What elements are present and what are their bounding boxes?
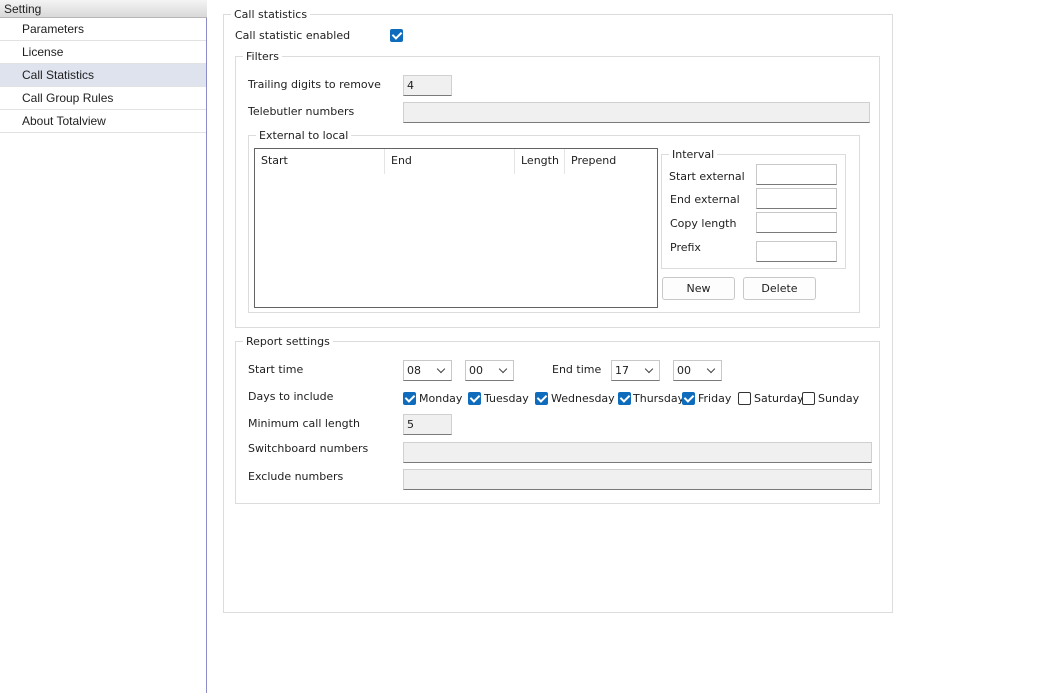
thursday-label: Thursday bbox=[633, 392, 685, 405]
end-external-label: End external bbox=[670, 193, 740, 206]
thursday-checkbox[interactable] bbox=[618, 392, 631, 405]
prefix-input[interactable] bbox=[756, 241, 837, 262]
chevron-down-icon bbox=[644, 364, 654, 374]
column-header-end[interactable]: End bbox=[385, 149, 515, 174]
report-settings-title: Report settings bbox=[243, 335, 333, 348]
switchboard-numbers-label: Switchboard numbers bbox=[248, 442, 369, 455]
filters-title: Filters bbox=[243, 50, 282, 63]
start-external-label: Start external bbox=[669, 170, 745, 183]
monday-label: Monday bbox=[419, 392, 463, 405]
sidebar: Setting Parameters License Call Statisti… bbox=[0, 0, 207, 693]
end-hour-select[interactable]: 17 bbox=[611, 360, 660, 381]
sidebar-item-call-group-rules[interactable]: Call Group Rules bbox=[0, 87, 206, 110]
column-header-start[interactable]: Start bbox=[255, 149, 385, 174]
sidebar-item-about-totalview[interactable]: About Totalview bbox=[0, 110, 206, 133]
exclude-numbers-input[interactable] bbox=[403, 469, 872, 490]
friday-label: Friday bbox=[698, 392, 732, 405]
tuesday-checkbox[interactable] bbox=[468, 392, 481, 405]
chevron-down-icon bbox=[706, 364, 716, 374]
end-external-input[interactable] bbox=[756, 188, 837, 209]
sidebar-header: Setting bbox=[0, 0, 207, 18]
call-statistics-title: Call statistics bbox=[231, 8, 311, 21]
column-header-length[interactable]: Length bbox=[515, 149, 565, 174]
chevron-down-icon bbox=[498, 364, 508, 374]
prefix-label: Prefix bbox=[670, 241, 701, 254]
days-to-include-label: Days to include bbox=[248, 390, 334, 403]
end-time-label: End time bbox=[552, 363, 602, 376]
tuesday-label: Tuesday bbox=[484, 392, 529, 405]
saturday-checkbox[interactable] bbox=[738, 392, 751, 405]
end-hour-value: 17 bbox=[615, 364, 629, 377]
start-minute-select[interactable]: 00 bbox=[465, 360, 514, 381]
saturday-label: Saturday bbox=[754, 392, 804, 405]
trailing-digits-label: Trailing digits to remove bbox=[248, 78, 381, 91]
sidebar-item-call-statistics[interactable]: Call Statistics bbox=[0, 64, 206, 87]
sidebar-item-parameters[interactable]: Parameters bbox=[0, 18, 206, 41]
wednesday-checkbox[interactable] bbox=[535, 392, 548, 405]
minimum-call-length-label: Minimum call length bbox=[248, 417, 360, 430]
call-statistic-enabled-label: Call statistic enabled bbox=[235, 29, 351, 42]
switchboard-numbers-input[interactable] bbox=[403, 442, 872, 463]
copy-length-label: Copy length bbox=[670, 217, 737, 230]
start-time-label: Start time bbox=[248, 363, 304, 376]
monday-checkbox[interactable] bbox=[403, 392, 416, 405]
end-minute-value: 00 bbox=[677, 364, 691, 377]
start-minute-value: 00 bbox=[469, 364, 483, 377]
new-button[interactable]: New bbox=[662, 277, 735, 300]
exclude-numbers-label: Exclude numbers bbox=[248, 470, 344, 483]
sunday-label: Sunday bbox=[818, 392, 860, 405]
chevron-down-icon bbox=[436, 364, 446, 374]
external-to-local-title: External to local bbox=[256, 129, 352, 142]
telebutler-numbers-label: Telebutler numbers bbox=[248, 105, 355, 118]
external-to-local-list[interactable]: Start End Length Prepend bbox=[254, 148, 658, 308]
call-statistic-enabled-checkbox[interactable] bbox=[390, 29, 403, 42]
delete-button[interactable]: Delete bbox=[743, 277, 816, 300]
start-hour-value: 08 bbox=[407, 364, 421, 377]
wednesday-label: Wednesday bbox=[551, 392, 615, 405]
sunday-checkbox[interactable] bbox=[802, 392, 815, 405]
sidebar-item-license[interactable]: License bbox=[0, 41, 206, 64]
start-hour-select[interactable]: 08 bbox=[403, 360, 452, 381]
friday-checkbox[interactable] bbox=[682, 392, 695, 405]
minimum-call-length-input[interactable]: 5 bbox=[403, 414, 452, 435]
interval-title: Interval bbox=[669, 148, 718, 161]
telebutler-numbers-input[interactable] bbox=[403, 102, 870, 123]
end-minute-select[interactable]: 00 bbox=[673, 360, 722, 381]
start-external-input[interactable] bbox=[756, 164, 837, 185]
copy-length-input[interactable] bbox=[756, 212, 837, 233]
column-header-prepend[interactable]: Prepend bbox=[565, 149, 655, 174]
trailing-digits-input[interactable]: 4 bbox=[403, 75, 452, 96]
